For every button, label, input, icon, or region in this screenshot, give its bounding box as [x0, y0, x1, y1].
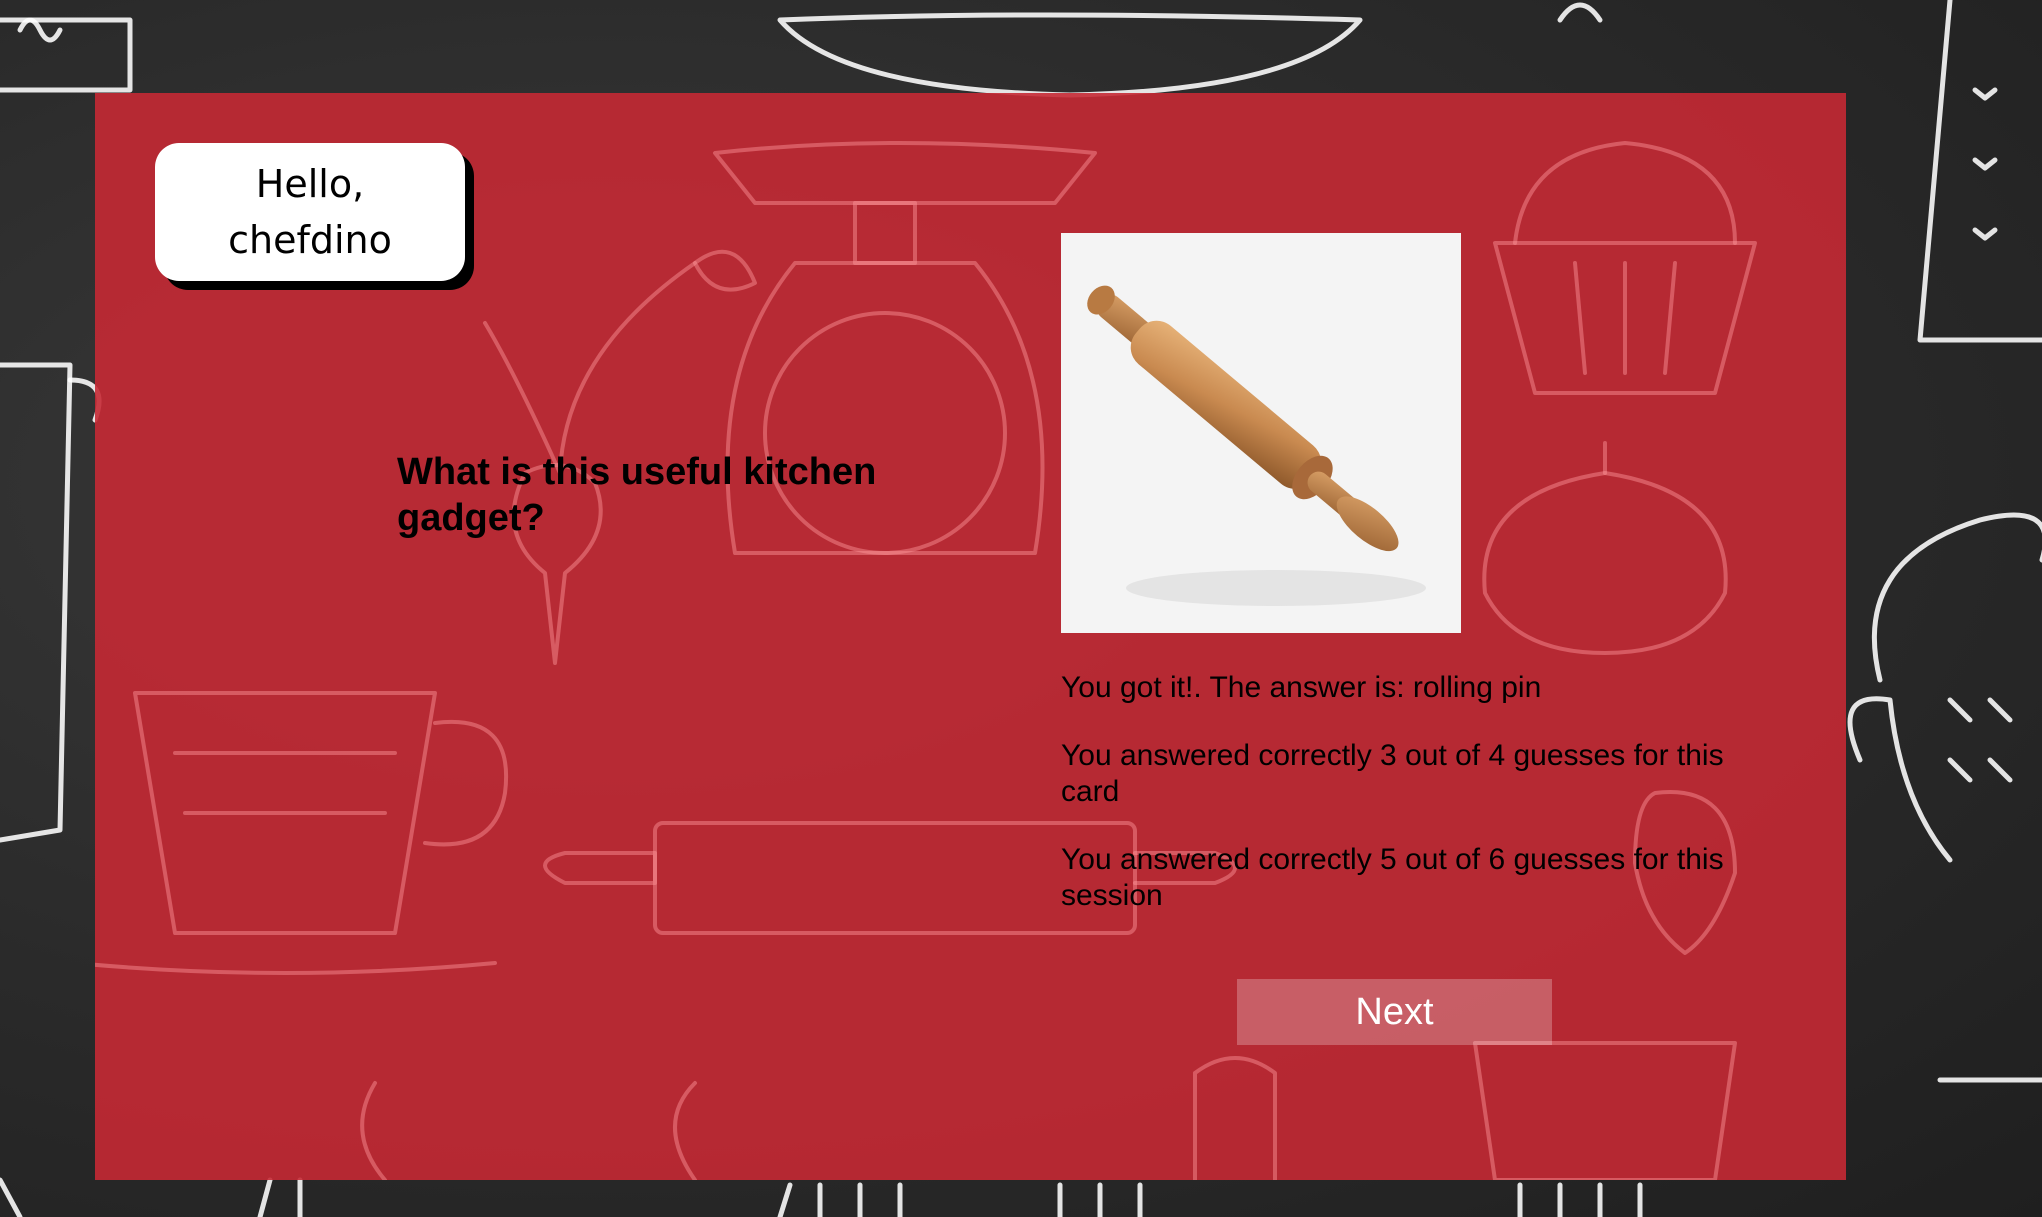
rolling-pin-image: [1061, 233, 1461, 633]
quiz-card: Hello, chefdino What is this useful kitc…: [95, 93, 1846, 1180]
greeting-line-hello: Hello,: [255, 162, 365, 206]
answer-feedback: You got it!. The answer is: rolling pin: [1061, 671, 1542, 704]
next-button[interactable]: Next: [1237, 979, 1552, 1045]
card-score-text: You answered correctly 3 out of 4 guesse…: [1061, 739, 1724, 808]
greeting-card: Hello, chefdino: [155, 143, 465, 281]
quiz-question: What is this useful kitchen gadget?: [397, 451, 877, 539]
session-score-text: You answered correctly 5 out of 6 guesse…: [1061, 843, 1724, 912]
rolling-pin-icon: [1087, 285, 1426, 606]
greeting-username: chefdino: [228, 218, 392, 262]
